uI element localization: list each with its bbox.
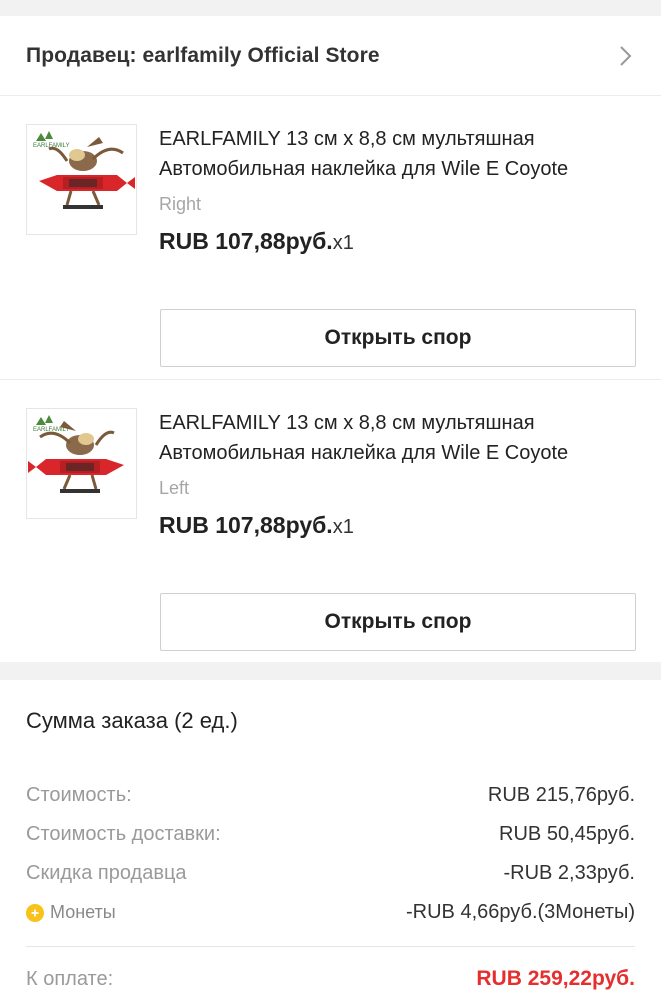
product-title[interactable]: EARLFAMILY 13 см x 8,8 см мультяшная Авт… xyxy=(159,408,635,468)
product-variant: Right xyxy=(159,194,202,214)
summary-row-shipping: Стоимость доставки: RUB 50,45руб. xyxy=(26,815,635,854)
seller-name: Продавец: earlfamily Official Store xyxy=(26,43,380,67)
product-price: RUB 107,88руб. xyxy=(159,228,333,254)
chevron-right-icon xyxy=(615,45,635,66)
subtotal-value: RUB 215,76руб. xyxy=(487,784,635,806)
product-price: RUB 107,88руб. xyxy=(159,512,333,538)
product-thumbnail[interactable]: EARLFAMILY xyxy=(26,408,137,519)
summary-row-total: К оплате: RUB 259,22руб. xyxy=(26,947,635,1000)
product-qty: x1 xyxy=(332,232,354,254)
order-card: Продавец: earlfamily Official Store EARL… xyxy=(0,16,661,662)
product-variant: Left xyxy=(159,478,190,498)
summary-row-discount: Скидка продавца -RUB 2,33руб. xyxy=(26,854,635,893)
summary-row-coins: Монеты -RUB 4,66руб.(3Монеты) xyxy=(26,893,635,932)
seller-row[interactable]: Продавец: earlfamily Official Store xyxy=(0,16,661,96)
coin-icon xyxy=(26,903,44,922)
section-gap xyxy=(0,662,661,680)
discount-value: -RUB 2,33руб. xyxy=(503,862,635,884)
discount-label: Скидка продавца xyxy=(26,862,187,884)
order-item: EARLFAMILY EARLFAMILY 13 см x 8,8 см мул… xyxy=(0,96,661,379)
order-summary: Сумма заказа (2 ед.) Стоимость: RUB 215,… xyxy=(0,680,661,1000)
shipping-label: Стоимость доставки: xyxy=(26,823,221,845)
total-label: К оплате: xyxy=(26,967,114,990)
product-title[interactable]: EARLFAMILY 13 см x 8,8 см мультяшная Авт… xyxy=(159,124,635,184)
open-dispute-button[interactable]: Открыть спор xyxy=(160,593,636,651)
product-qty: x1 xyxy=(332,516,354,538)
shipping-value: RUB 50,45руб. xyxy=(499,823,635,845)
coins-value: -RUB 4,66руб.(3Монеты) xyxy=(406,901,635,923)
order-item: EARLFAMILY EARLFAMILY 13 см x 8,8 см мул… xyxy=(0,379,661,662)
open-dispute-button[interactable]: Открыть спор xyxy=(160,309,636,367)
summary-title: Сумма заказа (2 ед.) xyxy=(26,708,238,733)
top-gap xyxy=(0,0,661,16)
product-thumbnail[interactable]: EARLFAMILY xyxy=(26,124,137,235)
summary-row-subtotal: Стоимость: RUB 215,76руб. xyxy=(26,776,635,815)
total-value: RUB 259,22руб. xyxy=(476,967,635,990)
coins-label: Монеты xyxy=(50,902,116,922)
subtotal-label: Стоимость: xyxy=(26,784,132,806)
